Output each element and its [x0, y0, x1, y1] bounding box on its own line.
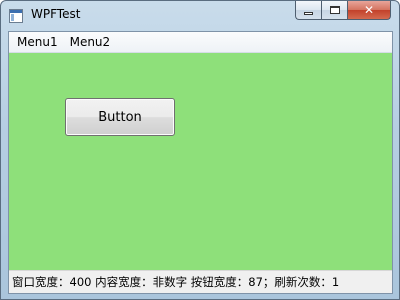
maximize-button[interactable]	[321, 1, 347, 20]
status-bar: 窗口宽度：400 内容宽度：非数字 按钮宽度：87；刷新次数：1	[9, 270, 392, 293]
menu-item-menu2[interactable]: Menu2	[64, 33, 117, 52]
title-bar[interactable]: WPFTest ✕	[1, 1, 399, 31]
menu-bar: Menu1 Menu2	[9, 32, 392, 53]
menu-item-menu1[interactable]: Menu1	[11, 33, 64, 52]
close-button[interactable]: ✕	[347, 1, 391, 20]
minimize-button[interactable]	[295, 1, 321, 20]
main-button-label: Button	[98, 109, 142, 125]
main-button[interactable]: Button	[65, 98, 175, 136]
application-window: WPFTest ✕ Menu1 Menu2 Button 窗口宽度：400 内容…	[0, 0, 400, 300]
window-title: WPFTest	[31, 7, 81, 21]
caption-buttons: ✕	[295, 1, 391, 21]
close-icon: ✕	[363, 3, 375, 17]
app-window-icon[interactable]	[9, 9, 23, 23]
content-area: Menu1 Menu2 Button 窗口宽度：400 内容宽度：非数字 按钮宽…	[8, 31, 393, 294]
minimize-icon	[304, 11, 313, 15]
maximize-icon	[329, 6, 340, 14]
status-text: 窗口宽度：400 内容宽度：非数字 按钮宽度：87；刷新次数：1	[12, 275, 340, 289]
